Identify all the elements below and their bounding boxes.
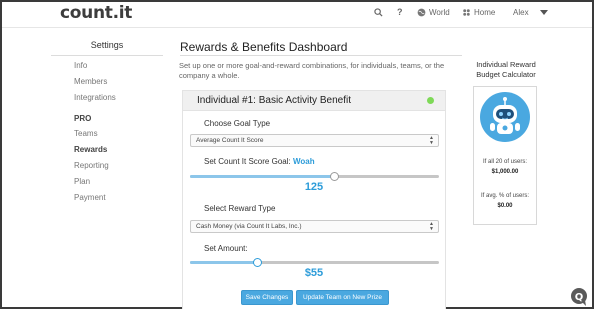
robot-avatar — [480, 92, 530, 142]
all-users-value: $1,000.00 — [491, 169, 519, 175]
score-goal-word: Woah — [292, 157, 315, 166]
reward-type-value: Cash Money (via Count It Labs, Inc.) — [196, 223, 302, 230]
score-goal-label: Set Count It Score Goal: Woah — [204, 157, 315, 166]
home-icon — [462, 8, 471, 17]
amount-slider[interactable] — [190, 258, 439, 267]
calculator-title: Individual Reward Budget Calculator — [469, 60, 543, 80]
score-goal-slider[interactable] — [190, 172, 439, 181]
robot-icon — [480, 97, 530, 146]
world-nav-label: World — [429, 8, 450, 17]
sidebar-section-pro: PRO — [74, 114, 92, 123]
sidebar-item-teams[interactable]: Teams — [74, 129, 98, 138]
score-goal-value: 125 — [304, 181, 324, 193]
search-icon — [374, 8, 383, 17]
avg-users-value: $0.00 — [497, 203, 513, 209]
sidebar-item-integrations[interactable]: Integrations — [74, 93, 116, 102]
sidebar-item-payment[interactable]: Payment — [74, 193, 106, 202]
goal-type-label: Choose Goal Type — [204, 119, 271, 128]
page-title: Rewards & Benefits Dashboard — [180, 40, 348, 54]
sidebar-item-plan[interactable]: Plan — [74, 177, 90, 186]
score-goal-slider-handle[interactable] — [329, 172, 339, 181]
sidebar-item-reporting[interactable]: Reporting — [74, 161, 109, 170]
search-button[interactable] — [374, 8, 383, 17]
calculator-title-line2: Budget Calculator — [476, 70, 536, 79]
amount-label: Set Amount: — [204, 244, 248, 253]
chat-help-icon: Q — [569, 288, 589, 309]
brand-logo[interactable]: count.it — [60, 3, 132, 23]
reward-card-title: Individual #1: Basic Activity Benefit — [197, 95, 351, 106]
save-changes-button[interactable]: Save Changes — [241, 290, 293, 305]
home-nav-label: Home — [474, 8, 496, 17]
amount-slider-handle[interactable] — [252, 258, 262, 267]
title-divider — [180, 55, 462, 56]
select-arrows-icon: ▲ ▼ — [429, 221, 434, 232]
user-menu[interactable]: Alex — [513, 8, 548, 17]
amount-slider-fill — [190, 261, 258, 264]
update-team-button[interactable]: Update Team on New Prize — [296, 290, 389, 305]
home-nav-link[interactable]: Home — [462, 8, 495, 17]
calculator-card: If all 20 of users: $1,000.00 If avg. % … — [473, 86, 537, 225]
amount-value: $55 — [304, 267, 324, 279]
world-icon — [417, 8, 426, 17]
help-button[interactable]: ? — [397, 7, 403, 17]
help-chat-button[interactable]: Q — [569, 287, 589, 309]
reward-card-header[interactable]: Individual #1: Basic Activity Benefit — [183, 91, 445, 111]
all-users-label: If all 20 of users: — [482, 159, 528, 165]
chevron-down-icon — [539, 10, 548, 15]
svg-text:Q: Q — [575, 292, 584, 303]
score-goal-slider-fill — [190, 175, 335, 178]
sidebar-item-info[interactable]: Info — [74, 61, 87, 70]
avg-users-label: If avg. % of users: — [480, 193, 530, 199]
calculator-title-line1: Individual Reward — [476, 60, 536, 69]
goal-type-select[interactable]: Average Count It Score ▲ ▼ — [190, 134, 439, 147]
reward-card: Individual #1: Basic Activity Benefit Ch… — [182, 90, 446, 309]
reward-type-label: Select Reward Type — [204, 204, 276, 213]
user-name: Alex — [513, 8, 529, 17]
top-bar: count.it ? World Home Alex — [2, 2, 592, 28]
page-description: Set up one or more goal-and-reward combi… — [179, 61, 445, 80]
help-icon: ? — [397, 7, 403, 17]
score-goal-label-text: Set Count It Score Goal: — [204, 157, 291, 166]
reward-type-select[interactable]: Cash Money (via Count It Labs, Inc.) ▲ ▼ — [190, 220, 439, 233]
goal-type-value: Average Count It Score — [196, 137, 264, 144]
sidebar-item-rewards[interactable]: Rewards — [74, 145, 107, 154]
world-nav-link[interactable]: World — [417, 8, 450, 17]
select-arrows-icon: ▲ ▼ — [429, 135, 434, 146]
status-indicator — [427, 97, 434, 104]
sidebar-title: Settings — [51, 40, 163, 56]
sidebar-item-members[interactable]: Members — [74, 77, 107, 86]
